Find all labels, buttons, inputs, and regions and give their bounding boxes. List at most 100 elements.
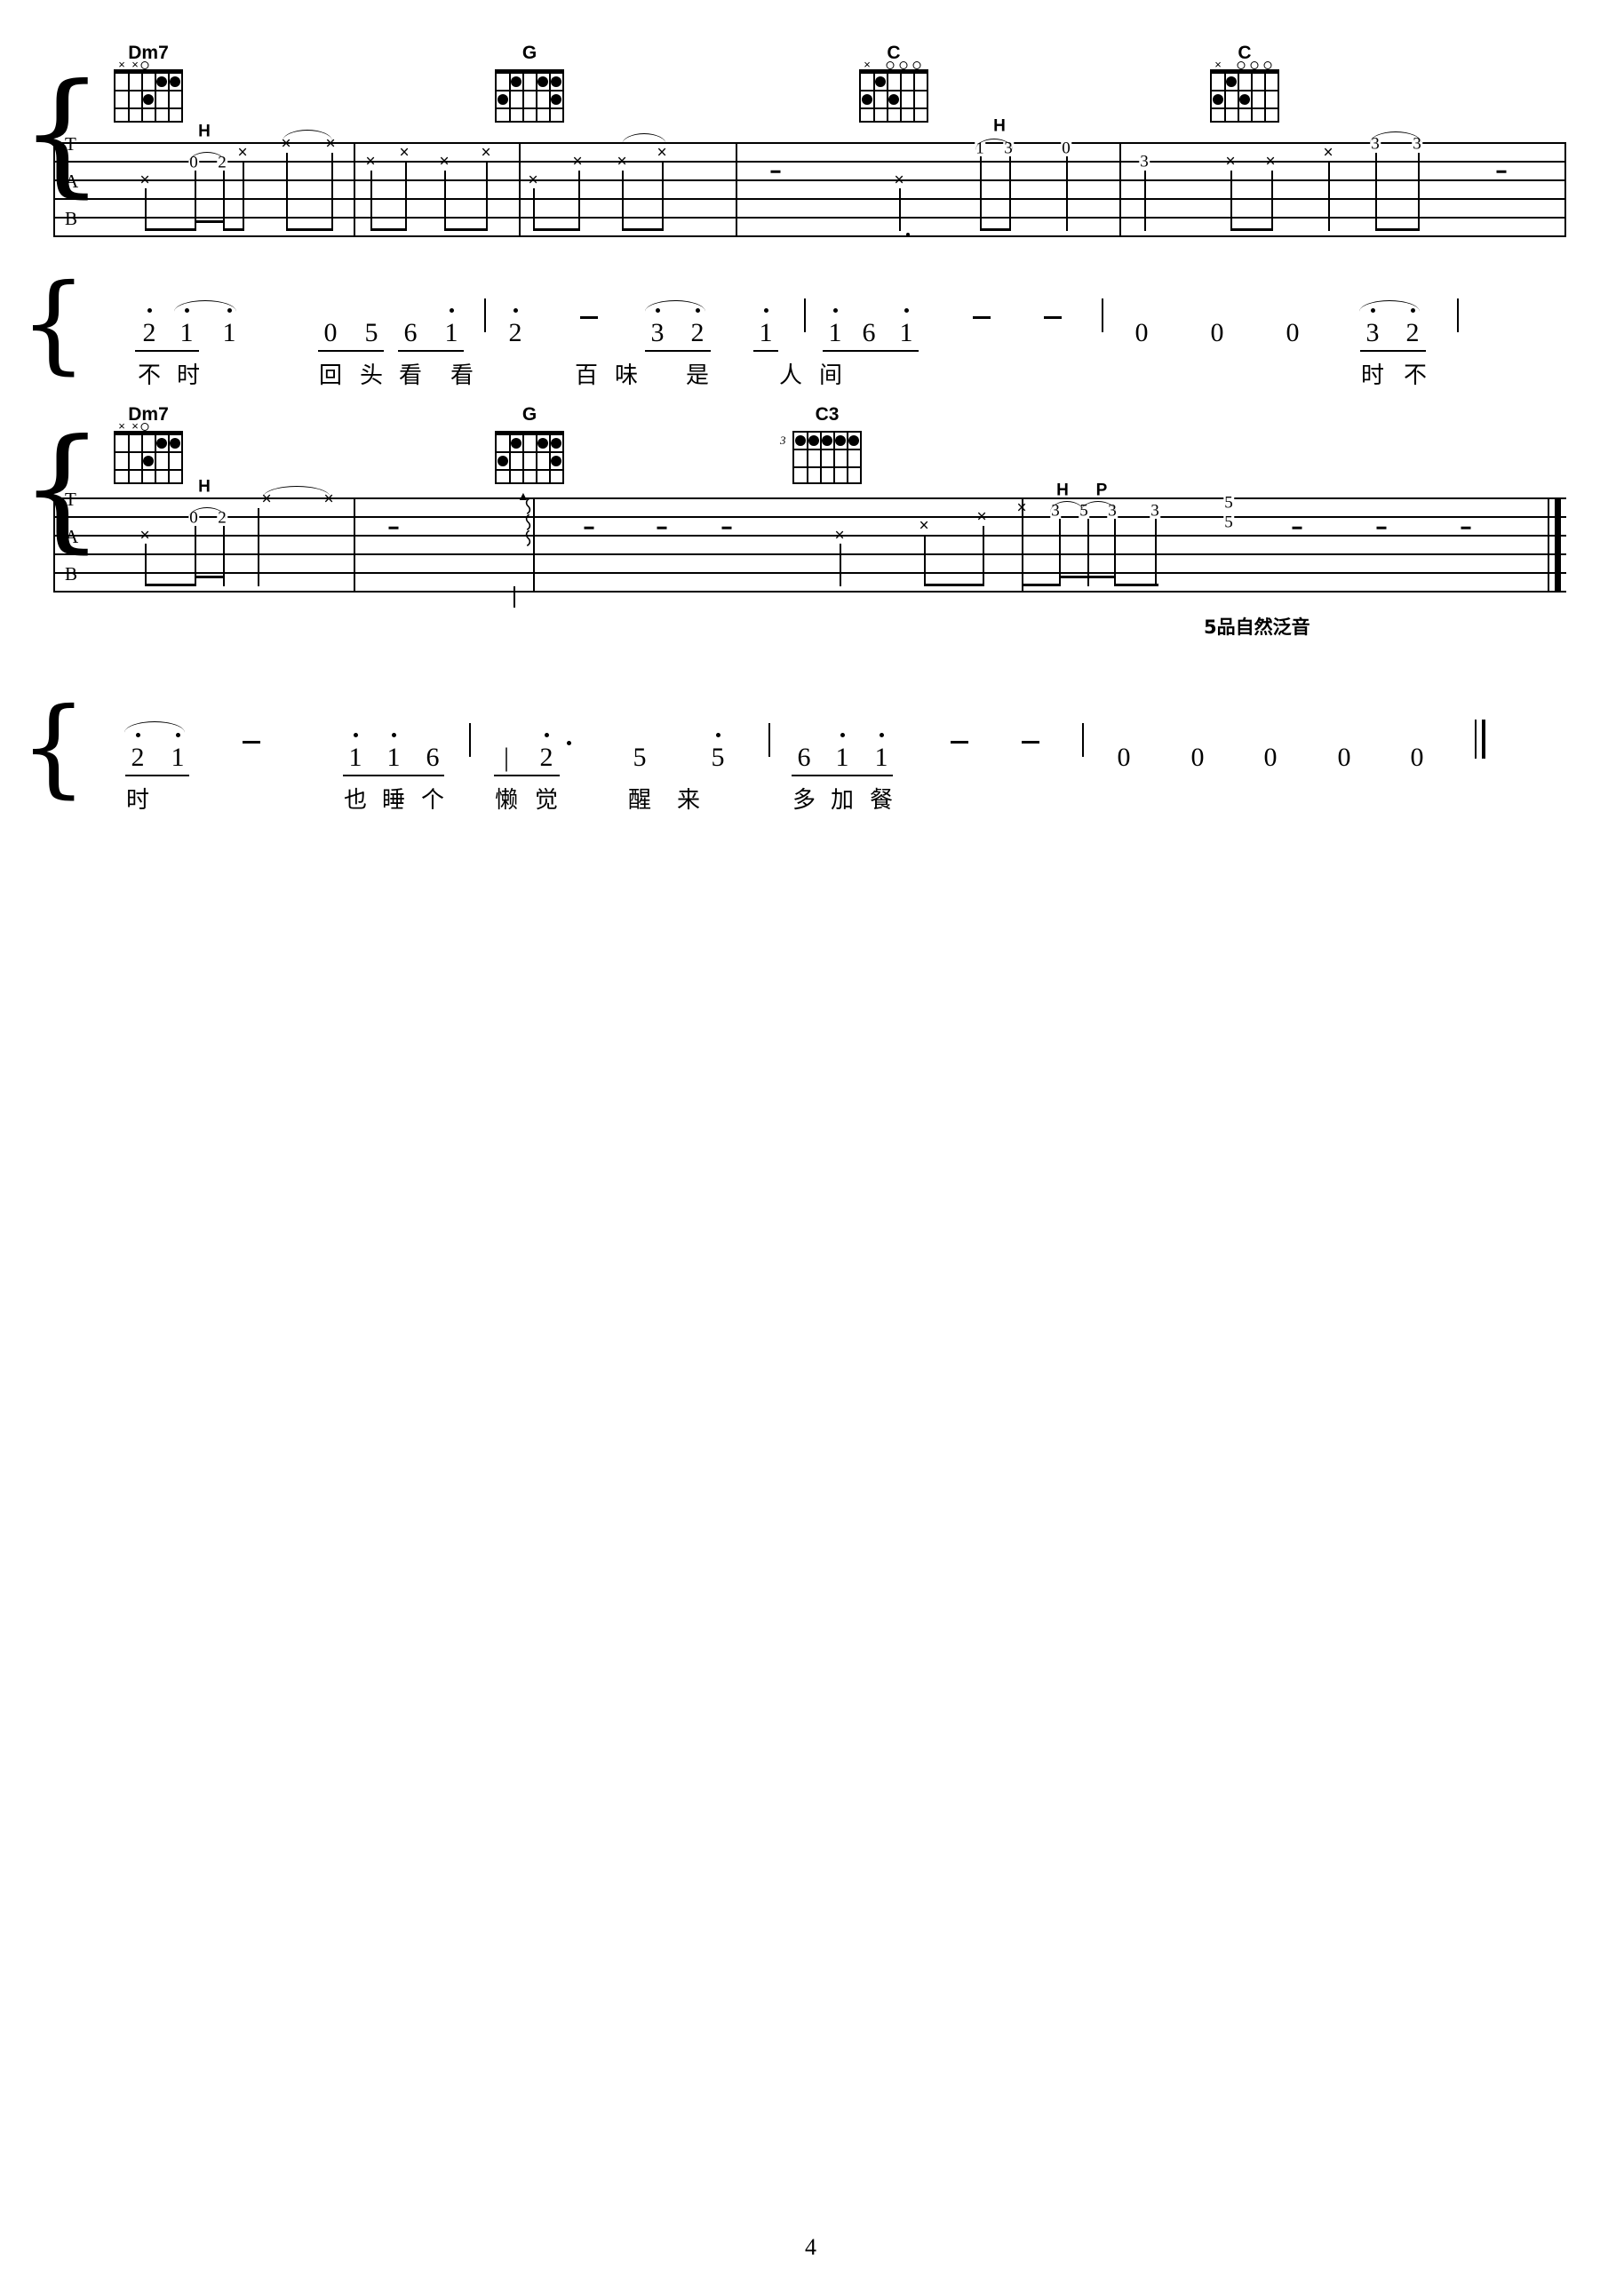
octave-dot <box>655 308 660 313</box>
hammer-on-marker: H <box>1056 481 1069 500</box>
lyric-char: 看 <box>450 362 474 389</box>
mute-note: × <box>365 152 376 171</box>
chord-dot <box>156 76 167 87</box>
chord-dot <box>551 76 561 87</box>
chord-diagram-g: G <box>495 43 564 123</box>
chord-dot <box>143 94 154 105</box>
mute-note: × <box>528 171 538 190</box>
jianpu-note: 1 <box>829 308 842 346</box>
chord-grid: × × <box>114 420 183 484</box>
jianpu-note: 1 <box>171 733 185 771</box>
octave-dot <box>840 733 845 737</box>
chord-dot <box>888 94 899 105</box>
octave-dot <box>544 733 549 737</box>
string-open-marker <box>899 61 908 69</box>
chord-dot <box>498 456 508 466</box>
chord-grid <box>495 431 564 484</box>
staff-letter-t: T <box>65 489 76 510</box>
slur <box>124 721 185 733</box>
lyric-char: 多 <box>792 787 816 814</box>
string-open-marker <box>140 61 149 69</box>
jianpu-note: 6 <box>797 743 811 772</box>
jianpu-note: 1 <box>349 733 362 771</box>
page-number: 4 <box>805 2234 816 2260</box>
jianpu-note: 0 <box>1190 743 1205 772</box>
staff-letter-a: A <box>65 171 79 192</box>
lyric-char: 回 <box>318 362 343 389</box>
lyric-char: 是 <box>685 362 710 389</box>
octave-dot <box>904 308 909 313</box>
string-mute-marker: × <box>131 58 139 71</box>
jianpu-note: 2 <box>691 308 705 346</box>
mute-note: × <box>399 143 410 163</box>
mute-note: × <box>1016 498 1027 518</box>
jianpu-barline <box>768 723 770 757</box>
chord-name: C3 <box>815 404 840 425</box>
jianpu-note: 6 <box>862 318 876 347</box>
lyric-char: 百 <box>574 362 599 389</box>
jianpu-barline <box>484 298 486 332</box>
mute-note: × <box>657 143 667 163</box>
string-open-marker <box>140 423 149 431</box>
string-mute-marker: × <box>131 419 139 433</box>
octave-dot <box>353 733 358 737</box>
chord-dot <box>822 435 832 446</box>
lyric-char: 时 <box>176 362 201 389</box>
jianpu-note: 2 <box>509 308 522 346</box>
mute-note: × <box>572 152 583 171</box>
chord-diagram-c-1: C × <box>859 43 928 123</box>
string-open-marker <box>1237 61 1246 69</box>
hammer-on-marker: H <box>198 477 211 497</box>
hammer-on-marker: H <box>993 116 1006 136</box>
chord-dot <box>537 438 548 449</box>
jianpu-note: 2 <box>540 733 553 771</box>
jianpu-note: 1 <box>760 308 773 346</box>
lyric-char: 睡 <box>381 787 406 814</box>
jianpu-note: 0 <box>1286 318 1300 347</box>
jianpu-note: 6 <box>403 318 418 347</box>
rest-dash <box>584 526 594 529</box>
mute-note: × <box>1265 152 1276 171</box>
octave-dot <box>695 308 700 313</box>
jianpu-dash <box>951 741 968 744</box>
lyric-char: 也 <box>343 787 368 814</box>
jianpu-dash <box>1022 741 1039 744</box>
chord-diagram-dm7: Dm7 × × <box>114 43 183 123</box>
rest-dash <box>1292 526 1302 529</box>
mute-note: × <box>139 526 150 545</box>
chord-diagram-c-2: C × <box>1210 43 1279 123</box>
chord-name: G <box>521 404 537 425</box>
chord-dot <box>498 94 508 105</box>
chord-dot <box>808 435 819 446</box>
chord-name: G <box>521 43 537 63</box>
lyric-char: 加 <box>830 787 855 814</box>
lyric-char: 个 <box>420 787 445 814</box>
tab-note: 3 <box>1139 152 1150 171</box>
tab-note: 5 <box>1223 493 1234 513</box>
string-open-marker <box>1263 61 1272 69</box>
harmonic-annotation: 5品自然泛音 <box>1204 617 1310 638</box>
chord-grid: 3 <box>780 431 862 484</box>
chord-dot <box>511 76 521 87</box>
slur <box>1370 131 1421 143</box>
mute-note: × <box>976 507 987 527</box>
mute-note: × <box>919 516 929 536</box>
jianpu-note: | <box>503 743 510 772</box>
rest-dash <box>1376 526 1387 529</box>
jianpu-note: 0 <box>1210 318 1224 347</box>
jianpu-dash <box>973 316 991 319</box>
pull-off-marker: P <box>1095 481 1108 500</box>
jianpu-barline <box>1102 298 1103 332</box>
jianpu-note: 1 <box>223 308 236 346</box>
jianpu-final-barline <box>1482 720 1485 759</box>
lyric-char: 觉 <box>534 787 559 814</box>
lyric-char: 不 <box>1403 362 1428 389</box>
jianpu-note: 0 <box>323 318 338 347</box>
chord-dot <box>156 438 167 449</box>
octave-dot <box>175 733 180 737</box>
jianpu-brace: { <box>20 686 88 809</box>
jianpu-note: 1 <box>180 308 194 346</box>
lyric-char: 时 <box>1360 362 1385 389</box>
chord-dot <box>795 435 806 446</box>
string-mute-marker: × <box>118 58 125 71</box>
